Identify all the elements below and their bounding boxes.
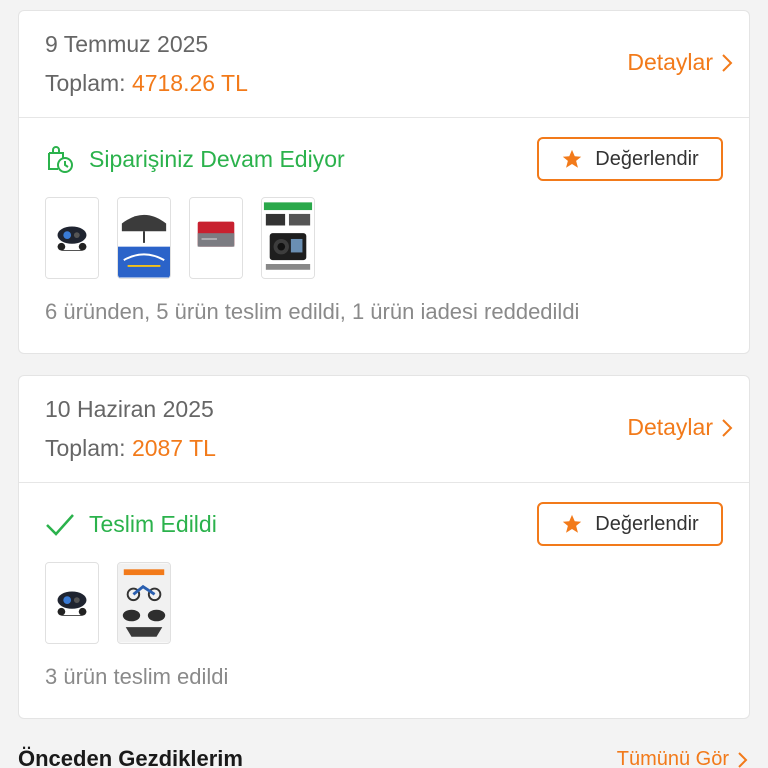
chevron-right-icon — [722, 418, 733, 437]
product-thumbnail-dashcam[interactable] — [261, 197, 315, 279]
section-title-recently-viewed: Önceden Gezdiklerim — [18, 746, 243, 768]
details-label: Detaylar — [627, 49, 713, 75]
product-thumbnail-intercom[interactable] — [45, 562, 99, 644]
order-total-label: Toplam: — [45, 435, 126, 461]
shopping-bag-clock-icon — [45, 144, 75, 174]
details-link[interactable]: Detaylar — [627, 49, 733, 76]
rate-button[interactable]: Değerlendir — [537, 137, 723, 181]
check-icon — [45, 509, 75, 539]
status-text: Siparişiniz Devam Ediyor — [89, 145, 345, 172]
order-date: 10 Haziran 2025 — [45, 396, 214, 422]
star-icon — [563, 514, 582, 533]
rate-label: Değerlendir — [595, 512, 699, 535]
order-summary: 3 ürün teslim edildi — [45, 664, 229, 689]
product-thumbnail-sd-card[interactable] — [189, 197, 243, 279]
details-link[interactable]: Detaylar — [627, 414, 733, 441]
product-thumbnail-sunshade[interactable] — [117, 197, 171, 279]
order-total-amount: 2087 TL — [131, 435, 216, 461]
star-icon — [563, 149, 582, 168]
status-text: Teslim Edildi — [89, 510, 217, 537]
see-all-label: Tümünü Gör — [616, 748, 729, 768]
order-summary: 6 üründen, 5 ürün teslim edildi, 1 ürün … — [45, 299, 580, 324]
product-thumbnail-intercom[interactable] — [45, 197, 99, 279]
order-total: Toplam: 2087 TL — [45, 435, 216, 462]
order-status: Teslim Edildi — [45, 509, 217, 539]
details-label: Detaylar — [627, 414, 713, 440]
see-all-link[interactable]: Tümünü Gör — [617, 748, 748, 768]
product-thumbnails — [45, 197, 315, 279]
order-header: 10 Haziran 2025 Toplam: 2087 TL Detaylar — [19, 376, 749, 483]
product-thumbnails — [45, 562, 171, 644]
order-total-amount: 4718.26 TL — [131, 70, 248, 96]
order-header: 9 Temmuz 2025 Toplam: 4718.26 TL Detayla… — [19, 11, 749, 118]
order-card: 9 Temmuz 2025 Toplam: 4718.26 TL Detayla… — [18, 10, 750, 354]
rate-label: Değerlendir — [595, 147, 699, 170]
chevron-right-icon — [722, 53, 733, 72]
order-total: Toplam: 4718.26 TL — [45, 70, 248, 97]
order-total-label: Toplam: — [45, 70, 126, 96]
order-status: Siparişiniz Devam Ediyor — [45, 144, 345, 174]
rate-button[interactable]: Değerlendir — [537, 502, 723, 546]
order-date: 9 Temmuz 2025 — [45, 31, 209, 57]
chevron-right-icon — [738, 751, 748, 768]
order-card: 10 Haziran 2025 Toplam: 2087 TL Detaylar… — [18, 375, 750, 719]
product-thumbnail-motorcycle-accessory[interactable] — [117, 562, 171, 644]
